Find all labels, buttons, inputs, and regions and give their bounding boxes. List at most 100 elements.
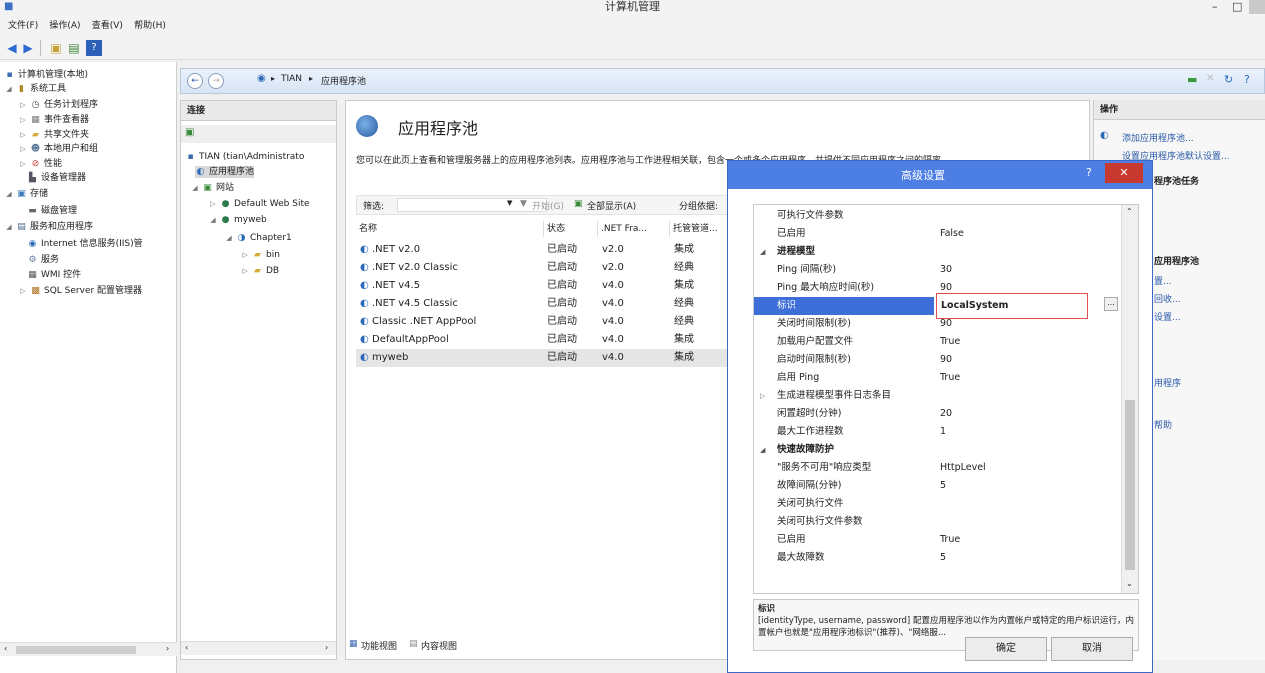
action-recycle[interactable]: 回收... — [1154, 292, 1181, 305]
property-row[interactable]: 关闭时间限制(秒) 90 — [754, 315, 1121, 333]
dialog-close-button[interactable]: ✕ — [1105, 163, 1143, 183]
expand-arrow-icon[interactable]: ▷ — [19, 114, 27, 126]
table-row-selected[interactable]: ◐ myweb 已启动 v4.0 集成 — [356, 349, 736, 367]
connect-icon[interactable]: ▣ — [185, 127, 194, 138]
tree-item-device-manager[interactable]: ▙ 设备管理器 — [27, 172, 86, 184]
minimize-button[interactable]: – — [1212, 0, 1218, 14]
property-row[interactable]: 最大工作进程数 1 — [754, 423, 1121, 441]
property-row[interactable]: "服务不可用"响应类型 HttpLevel — [754, 459, 1121, 477]
tree-item-computer-management[interactable]: ▪ 计算机管理(本地) — [4, 69, 88, 81]
refresh-icon[interactable]: ↻ — [1224, 73, 1233, 86]
expand-arrow-icon[interactable]: ▷ — [241, 265, 249, 277]
menu-help[interactable]: 帮助(H) — [134, 16, 166, 36]
column-header-clr[interactable]: .NET Fra... — [598, 221, 670, 237]
property-row[interactable]: 已启用 False — [754, 225, 1121, 243]
ok-button[interactable]: 确定 — [965, 637, 1047, 661]
filter-dropdown-icon[interactable]: ▼ — [507, 199, 512, 207]
table-row[interactable]: ◐ .NET v2.0 Classic 已启动 v2.0 经典 — [356, 259, 736, 277]
action-set[interactable]: 置... — [1154, 274, 1172, 287]
maximize-button[interactable]: □ — [1232, 0, 1242, 14]
conn-item-db[interactable]: ▷ ▰ DB — [241, 265, 279, 277]
expand-arrow-icon[interactable]: ▷ — [760, 387, 765, 405]
conn-item-myweb[interactable]: ◢ ● myweb — [209, 214, 266, 226]
scroll-right-icon[interactable]: › — [166, 644, 169, 653]
conn-item-sites[interactable]: ◢ ▣ 网站 — [191, 182, 234, 194]
table-row[interactable]: ◐ Classic .NET AppPool 已启动 v4.0 经典 — [356, 313, 736, 331]
breadcrumb-tian[interactable]: TIAN — [281, 74, 302, 84]
conn-item-app-pools[interactable]: ◐ 应用程序池 — [195, 166, 255, 178]
show-all-button[interactable]: 全部显示(A) — [587, 199, 636, 212]
property-row[interactable]: 加载用户配置文件 True — [754, 333, 1121, 351]
cancel-button[interactable]: 取消 — [1051, 637, 1133, 661]
property-row[interactable]: 故障间隔(分钟) 5 — [754, 477, 1121, 495]
scroll-left-icon[interactable]: ‹ — [185, 643, 188, 652]
property-row[interactable]: 关闭可执行文件 — [754, 495, 1121, 513]
breadcrumb-app-pools[interactable]: 应用程序池 — [321, 74, 366, 87]
up-folder-icon[interactable]: ▣ — [48, 40, 64, 56]
table-row[interactable]: ◐ .NET v4.5 Classic 已启动 v4.0 经典 — [356, 295, 736, 313]
forward-button-icon[interactable]: → — [208, 73, 224, 89]
property-row[interactable]: 最大故障数 5 — [754, 549, 1121, 567]
action-settings[interactable]: 设置... — [1154, 310, 1181, 323]
property-row[interactable]: Ping 间隔(秒) 30 — [754, 261, 1121, 279]
expand-arrow-icon[interactable]: ▷ — [19, 143, 27, 155]
scroll-thumb[interactable] — [1125, 400, 1135, 570]
tab-content-view[interactable]: 内容视图 — [421, 639, 457, 652]
table-row[interactable]: ◐ .NET v4.5 已启动 v4.0 集成 — [356, 277, 736, 295]
tree-hscrollbar[interactable]: ‹ › — [0, 642, 177, 656]
conn-item-chapter1[interactable]: ◢ ◑ Chapter1 — [225, 232, 291, 244]
table-row[interactable]: ◐ DefaultAppPool 已启动 v4.0 集成 — [356, 331, 736, 349]
close-button[interactable] — [1249, 0, 1265, 14]
show-all-icon[interactable]: ▣ — [574, 199, 583, 209]
collapse-arrow-icon[interactable]: ◢ — [760, 243, 765, 261]
property-category[interactable]: ◢ 进程模型 — [754, 243, 1121, 261]
collapse-arrow-icon[interactable]: ◢ — [191, 182, 199, 194]
expand-arrow-icon[interactable]: ▷ — [19, 285, 27, 297]
property-row[interactable]: 启动时间限制(秒) 90 — [754, 351, 1121, 369]
help-icon[interactable]: ? — [1244, 73, 1250, 86]
go-icon[interactable]: ▼ — [520, 199, 527, 209]
tree-item-wmi[interactable]: ▦ WMI 控件 — [27, 269, 81, 281]
ellipsis-button[interactable]: ... — [1104, 297, 1118, 311]
scroll-down-icon[interactable]: ⌄ — [1126, 579, 1133, 588]
collapse-arrow-icon[interactable]: ◢ — [5, 188, 13, 200]
property-row-selected[interactable]: 标识 LocalSystem — [754, 293, 1121, 319]
scroll-left-icon[interactable]: ‹ — [4, 644, 7, 653]
scroll-up-icon[interactable]: ⌃ — [1126, 207, 1133, 216]
tab-features-view[interactable]: 功能视图 — [361, 639, 397, 652]
action-help[interactable]: 帮助 — [1154, 418, 1172, 431]
menu-action[interactable]: 操作(A) — [49, 16, 80, 36]
action-add-app-pool[interactable]: 添加应用程序池... — [1122, 131, 1194, 144]
collapse-arrow-icon[interactable]: ◢ — [5, 221, 13, 233]
action-view-apps[interactable]: 用程序 — [1154, 376, 1181, 389]
tree-item-performance[interactable]: ▷ ⊘ 性能 — [19, 158, 62, 170]
property-row[interactable]: 可执行文件参数 — [754, 207, 1121, 225]
collapse-arrow-icon[interactable]: ◢ — [5, 83, 13, 95]
collapse-arrow-icon[interactable]: ◢ — [225, 232, 233, 244]
property-row[interactable]: 启用 Ping True — [754, 369, 1121, 387]
help-icon[interactable]: ? — [86, 40, 102, 56]
conn-hscrollbar[interactable]: ‹ › — [181, 641, 336, 655]
collapse-arrow-icon[interactable]: ◢ — [760, 441, 765, 459]
conn-item-default-site[interactable]: ▷ ● Default Web Site — [209, 198, 309, 210]
tree-item-system-tools[interactable]: ◢ ▮ 系统工具 — [5, 83, 66, 95]
network-icon[interactable]: ▬ — [1187, 73, 1197, 86]
tree-item-shared-folders[interactable]: ▷ ▰ 共享文件夹 — [19, 129, 89, 141]
property-subgroup[interactable]: ▷ 生成进程模型事件日志条目 — [754, 387, 1121, 405]
property-row[interactable]: 已启用 True — [754, 531, 1121, 549]
menu-file[interactable]: 文件(F) — [8, 16, 38, 36]
tree-item-services[interactable]: ⚙ 服务 — [27, 254, 59, 266]
tree-item-local-users[interactable]: ▷ ☻ 本地用户和组 — [19, 143, 98, 155]
scroll-right-icon[interactable]: › — [325, 643, 328, 652]
expand-arrow-icon[interactable]: ▷ — [209, 198, 217, 210]
tree-item-storage[interactable]: ◢ ▣ 存储 — [5, 188, 48, 200]
dialog-help-button[interactable]: ? — [1086, 166, 1092, 179]
tree-item-disk-management[interactable]: ▬ 磁盘管理 — [27, 205, 77, 217]
tree-item-iis[interactable]: ◉ Internet 信息服务(IIS)管 — [27, 238, 143, 250]
property-category[interactable]: ◢ 快速故障防护 — [754, 441, 1121, 459]
forward-icon[interactable]: ▶ — [20, 40, 36, 56]
conn-item-bin[interactable]: ▷ ▰ bin — [241, 249, 280, 261]
expand-arrow-icon[interactable]: ▷ — [19, 129, 27, 141]
tree-item-task-scheduler[interactable]: ▷ ◷ 任务计划程序 — [19, 99, 98, 111]
expand-arrow-icon[interactable]: ▷ — [241, 249, 249, 261]
